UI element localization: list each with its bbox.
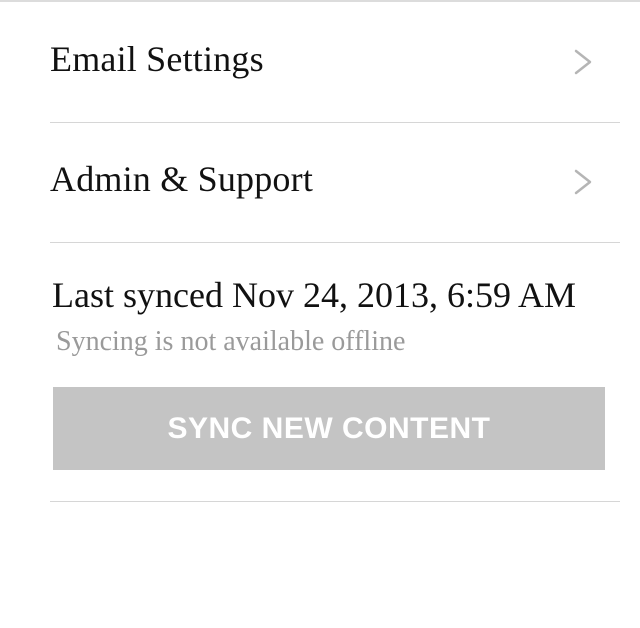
settings-row-admin-support[interactable]: Admin & Support [50,122,620,243]
settings-row-email[interactable]: Email Settings [50,2,620,123]
settings-screen: Email Settings Admin & Support Last sync… [0,0,640,628]
chevron-right-icon [574,49,592,75]
last-synced-text: Last synced Nov 24, 2013, 6:59 AM [52,275,576,315]
offline-note: Syncing is not available offline [56,326,406,357]
sync-section: Last synced Nov 24, 2013, 6:59 AM Syncin… [50,242,620,502]
chevron-right-icon [574,169,592,195]
admin-support-label: Admin & Support [50,159,314,199]
email-settings-label: Email Settings [50,39,264,79]
sync-new-content-button[interactable]: SYNC NEW CONTENT [53,387,605,470]
